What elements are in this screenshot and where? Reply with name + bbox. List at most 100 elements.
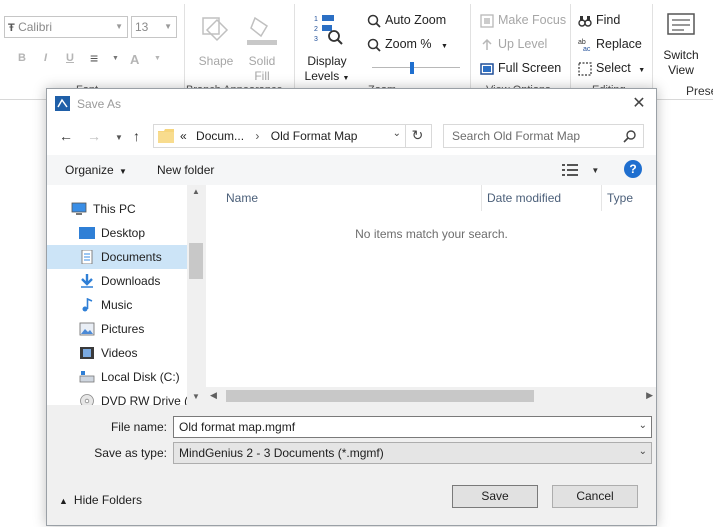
search-icon[interactable] (623, 129, 637, 143)
font-color-icon[interactable]: A (130, 52, 139, 67)
column-header-name[interactable]: Name (226, 185, 258, 211)
close-button[interactable]: ✕ (628, 93, 650, 115)
scroll-right-icon[interactable]: ▶ (646, 390, 653, 401)
select-icon (578, 62, 592, 76)
switch-view-button[interactable]: Switch View (660, 12, 702, 78)
cancel-button[interactable]: Cancel (552, 485, 638, 508)
nav-item-videos[interactable]: Videos (47, 341, 187, 365)
svg-text:2: 2 (314, 26, 318, 33)
organize-button[interactable]: Organize ▼ (65, 163, 127, 177)
save-as-type-label: Save as type: (94, 446, 167, 460)
chevron-down-icon: ▼ (115, 133, 123, 142)
file-name-input[interactable] (174, 417, 629, 437)
save-as-type-select[interactable]: MindGenius 2 - 3 Documents (*.mgmf) ⌄ (173, 442, 652, 464)
column-divider[interactable] (601, 185, 602, 211)
find-button[interactable]: Find (578, 12, 620, 28)
zoom-percent-icon (367, 38, 381, 52)
nav-scrollbar-thumb[interactable] (189, 243, 203, 279)
group-separator (294, 4, 295, 92)
refresh-button[interactable]: ↻ (405, 124, 429, 148)
make-focus-button[interactable]: Make Focus (480, 12, 566, 28)
nav-item-local-disk[interactable]: Local Disk (C:) (47, 365, 187, 389)
chevron-down-icon: ▼ (164, 22, 172, 31)
help-button[interactable]: ? (624, 160, 642, 178)
breadcrumb-documents[interactable]: Docum... (196, 129, 244, 143)
svg-text:ab: ab (578, 39, 586, 46)
select-button[interactable]: Select ▼ (578, 60, 645, 79)
hide-folders-button[interactable]: ▲ Hide Folders (59, 493, 142, 507)
auto-zoom-button[interactable]: Auto Zoom (367, 12, 446, 28)
file-list: ⌃ Name Date modified Type No items match… (205, 185, 656, 405)
nav-item-documents[interactable]: Documents (47, 245, 187, 269)
solid-fill-button[interactable]: Solid Fill (242, 12, 282, 84)
underline-button[interactable]: U (66, 52, 74, 64)
pictures-icon (79, 322, 95, 336)
nav-item-music[interactable]: Music (47, 293, 187, 317)
nav-item-desktop[interactable]: Desktop (47, 221, 187, 245)
scroll-down-icon[interactable]: ▼ (187, 392, 205, 401)
display-levels-button[interactable]: 1 2 3 Display Levels ▼ (304, 12, 350, 86)
zoom-slider-thumb[interactable] (409, 62, 414, 74)
change-view-button[interactable]: ▼ (562, 162, 599, 177)
nav-scrollbar[interactable]: ▲ ▼ (187, 185, 205, 405)
nav-item-this-pc[interactable]: This PC (47, 197, 187, 221)
recent-locations-button[interactable]: ▼ (115, 129, 123, 147)
shape-label: Shape (198, 54, 234, 68)
search-box[interactable] (443, 124, 644, 148)
zoom-slider[interactable] (372, 62, 460, 74)
column-header-date-modified[interactable]: Date modified (487, 185, 561, 211)
zoom-slider-track (372, 67, 460, 68)
arrow-right-icon: → (87, 128, 101, 144)
shape-icon (202, 17, 229, 42)
up-button[interactable]: ↑ (133, 127, 140, 145)
app-icon (55, 96, 70, 111)
nav-item-downloads[interactable]: Downloads (47, 269, 187, 293)
zoom-percent-button[interactable]: Zoom % ▼ (367, 36, 448, 55)
switch-view-icon (667, 13, 695, 35)
arrow-up-icon: ↑ (133, 128, 140, 144)
scroll-left-icon[interactable]: ◀ (210, 390, 217, 401)
horizontal-scrollbar[interactable]: ◀ ▶ (206, 387, 656, 405)
svg-text:3: 3 (314, 36, 318, 43)
italic-button[interactable]: I (44, 52, 47, 64)
ribbon: Ŧ Calibri ▼ 13 ▼ B I U ≡ ▼ A ▼ Font Shap… (0, 0, 713, 100)
chevron-up-icon: ▲ (59, 496, 68, 506)
new-folder-button[interactable]: New folder (157, 163, 214, 177)
nav-item-dvd-drive[interactable]: DVD RW Drive (D (47, 389, 197, 405)
view-details-icon (562, 163, 578, 176)
align-icon[interactable]: ≡ (90, 50, 98, 66)
dialog-titlebar[interactable]: Save As ✕ (47, 89, 656, 119)
shape-button[interactable]: Shape (196, 12, 236, 69)
navigation-bar: ← → ▼ ↑ « Docum... › Old Format Map ⌄ ↻ (47, 119, 656, 155)
column-divider[interactable] (481, 185, 482, 211)
full-screen-button[interactable]: Full Screen (480, 60, 561, 76)
replace-button[interactable]: ab ac Replace (578, 36, 642, 52)
scroll-up-icon[interactable]: ▲ (187, 187, 205, 196)
folder-icon (158, 129, 174, 143)
switch-view-label-1: Switch (663, 48, 699, 62)
group-label-present: Prese (686, 84, 713, 98)
address-history-button[interactable]: ⌄ (393, 128, 401, 139)
nav-item-pictures[interactable]: Pictures (47, 317, 187, 341)
column-header-type[interactable]: Type (607, 185, 633, 211)
address-bar[interactable]: « Docum... › Old Format Map ⌄ (153, 124, 432, 148)
bold-button[interactable]: B (18, 52, 26, 64)
back-button[interactable]: ← (59, 127, 73, 145)
breadcrumb-old-format-map[interactable]: Old Format Map (271, 129, 358, 143)
full-screen-icon (480, 62, 494, 75)
chevron-down-icon: ⌄ (638, 446, 647, 457)
font-name-combo[interactable]: Ŧ Calibri ▼ (4, 16, 128, 38)
horizontal-scrollbar-thumb[interactable] (226, 390, 534, 402)
command-bar: Organize ▼ New folder ▼ ? (47, 155, 656, 185)
search-input[interactable] (444, 125, 619, 147)
forward-button[interactable]: → (87, 127, 101, 145)
group-separator (184, 4, 185, 92)
breadcrumb-overflow[interactable]: « (180, 129, 187, 143)
chevron-down-icon[interactable]: ⌄ (639, 420, 647, 431)
save-as-type-value: MindGenius 2 - 3 Documents (*.mgmf) (179, 446, 384, 460)
up-level-button[interactable]: Up Level (480, 36, 547, 52)
file-name-combo[interactable]: ⌄ (173, 416, 652, 438)
save-button[interactable]: Save (452, 485, 538, 508)
font-size-combo[interactable]: 13 ▼ (131, 16, 177, 38)
display-levels-icon: 1 2 3 (314, 15, 343, 45)
